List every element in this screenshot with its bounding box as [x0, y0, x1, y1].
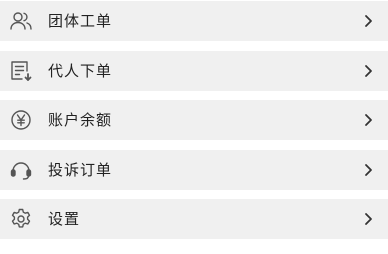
headset-icon: [9, 158, 33, 182]
chevron-right-icon: [363, 160, 375, 180]
chevron-right-icon: [363, 11, 375, 31]
group-users-icon: [9, 9, 33, 33]
order-download-icon: [9, 59, 33, 83]
menu-item-label: 代人下单: [48, 62, 113, 80]
menu-item-account-balance[interactable]: 账户余额: [0, 100, 388, 140]
chevron-right-icon: [363, 61, 375, 81]
gear-icon: [9, 207, 33, 231]
menu-list: 团体工单 代人下单 账户余额 投诉订单 设置: [0, 0, 388, 254]
menu-item-complaint-order[interactable]: 投诉订单: [0, 150, 388, 190]
yuan-balance-icon: [9, 108, 33, 132]
chevron-right-icon: [363, 110, 375, 130]
menu-item-label: 团体工单: [48, 12, 113, 30]
menu-item-label: 投诉订单: [48, 161, 113, 179]
chevron-right-icon: [363, 209, 375, 229]
menu-item-label: 设置: [48, 210, 81, 228]
menu-item-group-work-order[interactable]: 团体工单: [0, 1, 388, 41]
menu-item-label: 账户余额: [48, 111, 113, 129]
menu-item-order-for-others[interactable]: 代人下单: [0, 51, 388, 91]
menu-item-settings[interactable]: 设置: [0, 199, 388, 239]
